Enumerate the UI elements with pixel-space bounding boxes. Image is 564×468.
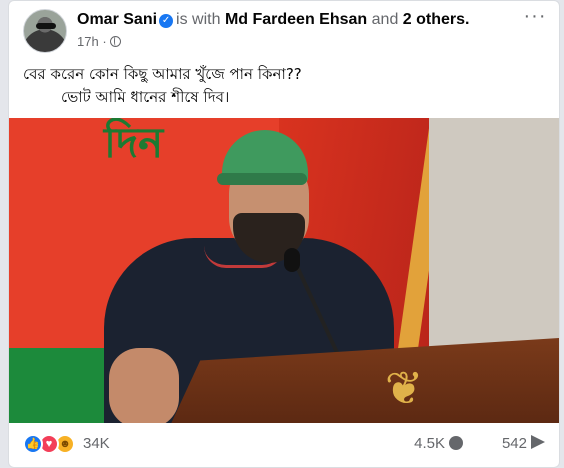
post-header: Omar Sani ✓ is with Md Fardeen Ehsan and 2… <box>23 9 549 53</box>
comment-icon <box>449 436 463 450</box>
post-footer: 👍 ♥ ☻ 34K 4.5K 542 <box>23 431 545 459</box>
author-name[interactable]: Omar Sani <box>77 11 157 28</box>
post-time[interactable]: 17h <box>77 34 99 49</box>
post-image[interactable]: দিন ❦ <box>9 118 559 423</box>
verified-badge-icon: ✓ <box>159 14 174 28</box>
post-text-line2: ভোট আমি ধানের শীষে দিব। <box>61 88 230 106</box>
post-card: Omar Sani ✓ is with Md Fardeen Ehsan and 2… <box>8 0 560 468</box>
more-options-button[interactable]: ··· <box>521 6 549 33</box>
others-link[interactable]: 2 others. <box>403 11 470 28</box>
globe-icon[interactable] <box>109 36 121 47</box>
post-text-line1: বের করেন কোন কিছু আমার খুঁজে পান কিনা?? <box>23 65 302 83</box>
reaction-count[interactable]: 34K <box>83 435 110 452</box>
share-count[interactable]: 542 <box>502 435 545 452</box>
banner-text: দিন <box>104 118 164 167</box>
and-text: and <box>371 11 399 28</box>
share-icon <box>531 435 545 449</box>
post-title-line: Omar Sani ✓ is with Md Fardeen Ehsan and 2… <box>77 11 469 29</box>
avatar[interactable] <box>23 9 67 53</box>
with-text: is with <box>176 11 221 28</box>
comment-count[interactable]: 4.5K <box>414 435 463 452</box>
microphone <box>284 248 300 272</box>
post-text: বের করেন কোন কিছু আমার খুঁজে পান কিনা?? … <box>23 63 302 109</box>
paddy-emblem-icon: ❦ <box>384 362 424 414</box>
tagged-user[interactable]: Md Fardeen Ehsan <box>225 11 367 28</box>
like-icon: 👍 <box>23 434 43 454</box>
post-meta: 17h · <box>77 34 121 49</box>
